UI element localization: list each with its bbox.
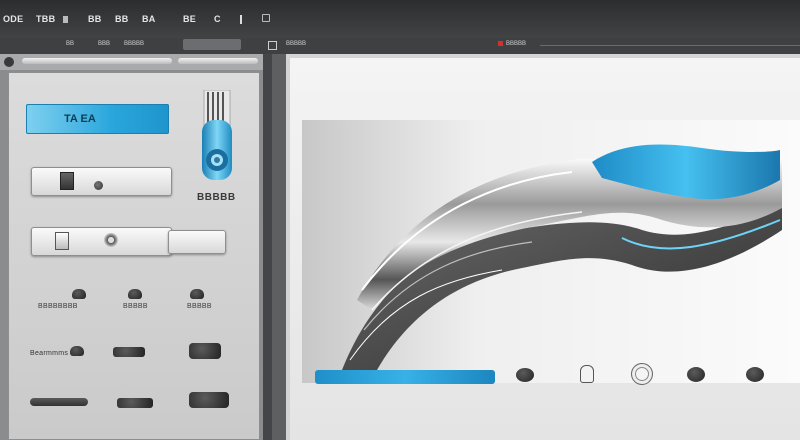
device-icon[interactable]: [72, 289, 86, 299]
slider-extension[interactable]: [168, 230, 226, 254]
product-render-image: [342, 144, 782, 370]
menu-item-4[interactable]: BB: [115, 12, 129, 26]
slider-control[interactable]: [31, 227, 172, 256]
tube-dial-icon[interactable]: [200, 90, 234, 185]
target-icon[interactable]: [631, 363, 653, 385]
dial-label: BBBBB: [197, 192, 236, 203]
toolbar-tab[interactable]: BB: [66, 41, 74, 50]
panel-divider[interactable]: [263, 54, 272, 440]
device-icon[interactable]: [190, 289, 204, 299]
toolbar-tab[interactable]: BBB: [98, 41, 110, 50]
ring-knob-icon[interactable]: [104, 233, 118, 247]
device-icon[interactable]: [189, 343, 221, 359]
title-field-text: TA EA: [64, 113, 96, 125]
menu-item-1[interactable]: TBB: [36, 12, 55, 26]
menu-item-app[interactable]: ODE: [3, 12, 23, 26]
menu-item-label: BB: [88, 14, 102, 24]
progress-bar[interactable]: [315, 370, 495, 384]
grid-label: BBBBB: [123, 303, 148, 310]
menu-item-label: BB: [115, 14, 129, 24]
red-marker-icon: [498, 41, 503, 46]
tool-icon[interactable]: [516, 368, 534, 382]
grid-label: BBBBBBBB: [38, 303, 78, 310]
separator-icon: [240, 14, 242, 24]
menu-item-2[interactable]: [63, 12, 68, 26]
toolbar-tab-right[interactable]: BBBBB: [506, 41, 526, 50]
menu-item-label: ODE: [3, 14, 24, 24]
menu-item-label: BE: [183, 14, 197, 24]
device-icon[interactable]: [117, 398, 153, 408]
menu-icon: [63, 15, 68, 23]
device-icon[interactable]: [189, 392, 229, 408]
toolbar-chip[interactable]: [183, 39, 241, 50]
panel-menu-icon[interactable]: [4, 57, 14, 67]
row-label: Bearmmms: [30, 350, 69, 357]
menu-item-6[interactable]: BE: [183, 12, 196, 26]
toolbar-tab[interactable]: BBBBB: [286, 41, 306, 50]
slider-handle-icon[interactable]: [55, 232, 69, 250]
menu-item-5[interactable]: BA: [142, 12, 156, 26]
toolbar-tab[interactable]: BBBBB: [124, 41, 144, 50]
device-icon[interactable]: [113, 347, 145, 357]
device-icon[interactable]: [128, 289, 142, 299]
secondary-toolbar: [0, 38, 800, 54]
knob-icon[interactable]: [94, 181, 103, 190]
menu-item-3[interactable]: BB: [88, 12, 102, 26]
toolbar-divider: [540, 45, 800, 46]
hook-icon[interactable]: [580, 365, 594, 383]
toggle-thumb-icon[interactable]: [60, 172, 74, 190]
window-icon[interactable]: [262, 14, 270, 22]
slider-bar[interactable]: [30, 398, 88, 406]
grid-label: BBBBB: [187, 303, 212, 310]
panel-toggle-icon[interactable]: [268, 41, 277, 50]
device-icon[interactable]: [70, 346, 84, 356]
menu-item-label: C: [214, 14, 221, 24]
tool-icon[interactable]: [746, 367, 764, 382]
menu-item-label: TBB: [36, 14, 56, 24]
tool-icon[interactable]: [687, 367, 705, 382]
menu-item-8[interactable]: [240, 12, 242, 26]
menu-item-7[interactable]: C: [214, 12, 221, 26]
panel-slider-2[interactable]: [178, 58, 258, 64]
menu-item-label: BA: [142, 14, 156, 24]
panel-slider[interactable]: [22, 58, 172, 64]
title-field[interactable]: TA EA: [26, 104, 169, 134]
